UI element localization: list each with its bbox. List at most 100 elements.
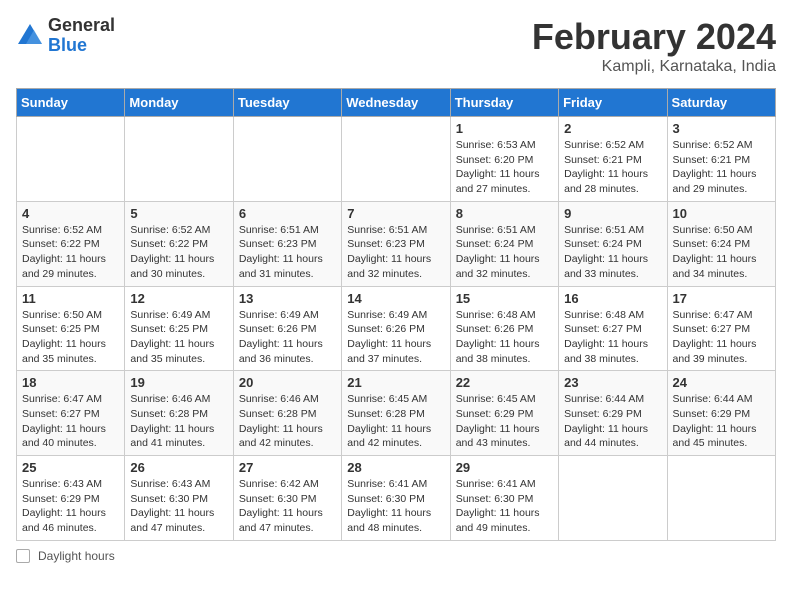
title-area: February 2024 Kampli, Karnataka, India <box>532 16 776 76</box>
day-info: Sunrise: 6:52 AM Sunset: 6:21 PM Dayligh… <box>673 138 770 197</box>
day-info: Sunrise: 6:49 AM Sunset: 6:25 PM Dayligh… <box>130 308 227 367</box>
calendar-cell: 17 Sunrise: 6:47 AM Sunset: 6:27 PM Dayli… <box>667 286 775 371</box>
calendar-cell: 5 Sunrise: 6:52 AM Sunset: 6:22 PM Daylig… <box>125 201 233 286</box>
header-sunday: Sunday <box>17 89 125 117</box>
day-number: 15 <box>456 291 553 306</box>
day-info: Sunrise: 6:44 AM Sunset: 6:29 PM Dayligh… <box>564 392 661 451</box>
day-number: 25 <box>22 460 119 475</box>
day-number: 19 <box>130 375 227 390</box>
day-number: 11 <box>22 291 119 306</box>
day-number: 18 <box>22 375 119 390</box>
day-number: 13 <box>239 291 336 306</box>
day-info: Sunrise: 6:43 AM Sunset: 6:29 PM Dayligh… <box>22 477 119 536</box>
day-number: 26 <box>130 460 227 475</box>
day-number: 8 <box>456 206 553 221</box>
logo-text: General Blue <box>48 16 115 56</box>
day-number: 4 <box>22 206 119 221</box>
calendar-body: 1Sunrise: 6:53 AM Sunset: 6:20 PM Daylig… <box>17 117 776 541</box>
day-number: 17 <box>673 291 770 306</box>
header-saturday: Saturday <box>667 89 775 117</box>
day-number: 24 <box>673 375 770 390</box>
calendar-table: SundayMondayTuesdayWednesdayThursdayFrid… <box>16 88 776 541</box>
calendar-cell: 22 Sunrise: 6:45 AM Sunset: 6:29 PM Dayli… <box>450 371 558 456</box>
daylight-label: Daylight hours <box>38 549 115 563</box>
footer-note: Daylight hours <box>16 549 776 563</box>
day-info: Sunrise: 6:41 AM Sunset: 6:30 PM Dayligh… <box>347 477 444 536</box>
day-number: 5 <box>130 206 227 221</box>
header-friday: Friday <box>559 89 667 117</box>
day-info: Sunrise: 6:51 AM Sunset: 6:23 PM Dayligh… <box>239 223 336 282</box>
daylight-icon <box>16 549 30 563</box>
day-info: Sunrise: 6:45 AM Sunset: 6:29 PM Dayligh… <box>456 392 553 451</box>
day-number: 16 <box>564 291 661 306</box>
day-info: Sunrise: 6:51 AM Sunset: 6:23 PM Dayligh… <box>347 223 444 282</box>
calendar-cell: 21 Sunrise: 6:45 AM Sunset: 6:28 PM Dayli… <box>342 371 450 456</box>
calendar-cell: 4 Sunrise: 6:52 AM Sunset: 6:22 PM Daylig… <box>17 201 125 286</box>
calendar-cell: 1Sunrise: 6:53 AM Sunset: 6:20 PM Daylig… <box>450 117 558 202</box>
calendar-cell <box>559 456 667 541</box>
calendar-cell: 6 Sunrise: 6:51 AM Sunset: 6:23 PM Daylig… <box>233 201 341 286</box>
day-number: 23 <box>564 375 661 390</box>
day-info: Sunrise: 6:51 AM Sunset: 6:24 PM Dayligh… <box>564 223 661 282</box>
calendar-cell: 29 Sunrise: 6:41 AM Sunset: 6:30 PM Dayli… <box>450 456 558 541</box>
calendar-title: February 2024 <box>532 16 776 58</box>
day-number: 12 <box>130 291 227 306</box>
day-info: Sunrise: 6:41 AM Sunset: 6:30 PM Dayligh… <box>456 477 553 536</box>
calendar-cell: 23 Sunrise: 6:44 AM Sunset: 6:29 PM Dayli… <box>559 371 667 456</box>
calendar-cell <box>233 117 341 202</box>
calendar-cell <box>125 117 233 202</box>
calendar-header: SundayMondayTuesdayWednesdayThursdayFrid… <box>17 89 776 117</box>
day-number: 6 <box>239 206 336 221</box>
day-info: Sunrise: 6:47 AM Sunset: 6:27 PM Dayligh… <box>673 308 770 367</box>
calendar-cell: 20 Sunrise: 6:46 AM Sunset: 6:28 PM Dayli… <box>233 371 341 456</box>
header: General Blue February 2024 Kampli, Karna… <box>16 16 776 76</box>
week-row-5: 25 Sunrise: 6:43 AM Sunset: 6:29 PM Dayli… <box>17 456 776 541</box>
day-number: 21 <box>347 375 444 390</box>
day-info: Sunrise: 6:52 AM Sunset: 6:22 PM Dayligh… <box>130 223 227 282</box>
calendar-cell: 28 Sunrise: 6:41 AM Sunset: 6:30 PM Dayli… <box>342 456 450 541</box>
day-info: Sunrise: 6:47 AM Sunset: 6:27 PM Dayligh… <box>22 392 119 451</box>
logo-icon <box>16 22 44 50</box>
day-number: 9 <box>564 206 661 221</box>
logo-general: General <box>48 16 115 36</box>
day-info: Sunrise: 6:45 AM Sunset: 6:28 PM Dayligh… <box>347 392 444 451</box>
week-row-1: 1Sunrise: 6:53 AM Sunset: 6:20 PM Daylig… <box>17 117 776 202</box>
day-info: Sunrise: 6:46 AM Sunset: 6:28 PM Dayligh… <box>239 392 336 451</box>
day-info: Sunrise: 6:49 AM Sunset: 6:26 PM Dayligh… <box>347 308 444 367</box>
header-thursday: Thursday <box>450 89 558 117</box>
calendar-cell: 26 Sunrise: 6:43 AM Sunset: 6:30 PM Dayli… <box>125 456 233 541</box>
calendar-cell <box>17 117 125 202</box>
day-number: 22 <box>456 375 553 390</box>
header-wednesday: Wednesday <box>342 89 450 117</box>
day-info: Sunrise: 6:49 AM Sunset: 6:26 PM Dayligh… <box>239 308 336 367</box>
day-number: 10 <box>673 206 770 221</box>
day-info: Sunrise: 6:48 AM Sunset: 6:26 PM Dayligh… <box>456 308 553 367</box>
calendar-cell: 11 Sunrise: 6:50 AM Sunset: 6:25 PM Dayli… <box>17 286 125 371</box>
day-number: 29 <box>456 460 553 475</box>
calendar-cell: 14 Sunrise: 6:49 AM Sunset: 6:26 PM Dayli… <box>342 286 450 371</box>
day-number: 20 <box>239 375 336 390</box>
week-row-3: 11 Sunrise: 6:50 AM Sunset: 6:25 PM Dayli… <box>17 286 776 371</box>
day-info: Sunrise: 6:43 AM Sunset: 6:30 PM Dayligh… <box>130 477 227 536</box>
calendar-cell: 15 Sunrise: 6:48 AM Sunset: 6:26 PM Dayli… <box>450 286 558 371</box>
week-row-4: 18 Sunrise: 6:47 AM Sunset: 6:27 PM Dayli… <box>17 371 776 456</box>
calendar-cell: 13 Sunrise: 6:49 AM Sunset: 6:26 PM Dayli… <box>233 286 341 371</box>
calendar-cell: 8 Sunrise: 6:51 AM Sunset: 6:24 PM Daylig… <box>450 201 558 286</box>
calendar-cell: 12 Sunrise: 6:49 AM Sunset: 6:25 PM Dayli… <box>125 286 233 371</box>
day-info: Sunrise: 6:48 AM Sunset: 6:27 PM Dayligh… <box>564 308 661 367</box>
day-info: Sunrise: 6:51 AM Sunset: 6:24 PM Dayligh… <box>456 223 553 282</box>
day-info: Sunrise: 6:52 AM Sunset: 6:22 PM Dayligh… <box>22 223 119 282</box>
day-number: 28 <box>347 460 444 475</box>
calendar-cell <box>342 117 450 202</box>
day-number: 7 <box>347 206 444 221</box>
day-info: Sunrise: 6:50 AM Sunset: 6:25 PM Dayligh… <box>22 308 119 367</box>
calendar-cell: 24Sunrise: 6:44 AM Sunset: 6:29 PM Dayli… <box>667 371 775 456</box>
day-number: 1 <box>456 121 553 136</box>
calendar-cell: 25 Sunrise: 6:43 AM Sunset: 6:29 PM Dayli… <box>17 456 125 541</box>
calendar-cell: 18 Sunrise: 6:47 AM Sunset: 6:27 PM Dayli… <box>17 371 125 456</box>
day-number: 14 <box>347 291 444 306</box>
header-tuesday: Tuesday <box>233 89 341 117</box>
day-info: Sunrise: 6:42 AM Sunset: 6:30 PM Dayligh… <box>239 477 336 536</box>
day-info: Sunrise: 6:50 AM Sunset: 6:24 PM Dayligh… <box>673 223 770 282</box>
calendar-cell <box>667 456 775 541</box>
